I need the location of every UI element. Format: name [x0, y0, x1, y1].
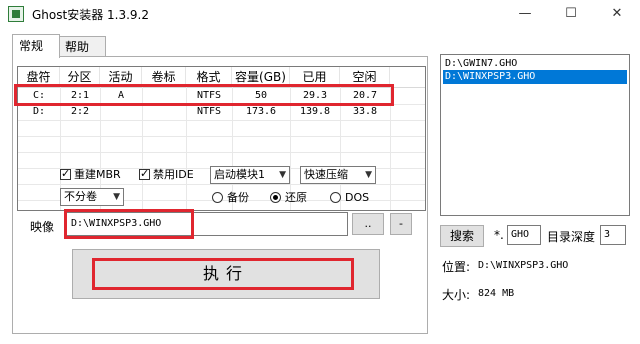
- tab-general[interactable]: 常规: [12, 34, 60, 58]
- extension-input[interactable]: GHO: [507, 225, 541, 245]
- compression-value: 快速压缩: [304, 168, 348, 181]
- compression-select[interactable]: 快速压缩 ▼: [300, 166, 376, 184]
- list-item-selected[interactable]: D:\WINXPSP3.GHO: [443, 70, 627, 84]
- depth-label: 目录深度: [547, 230, 596, 244]
- cell-format: NTFS: [196, 106, 222, 117]
- restore-label: 还原: [285, 191, 307, 204]
- cell-free: 33.8: [352, 106, 378, 117]
- checkbox-checked-icon: [139, 167, 150, 180]
- browse-button[interactable]: ..: [352, 213, 384, 235]
- split-value: 不分卷: [64, 190, 97, 203]
- dos-radio[interactable]: DOS: [330, 190, 380, 206]
- gho-file-list[interactable]: D:\GWIN7.GHO D:\WINXPSP3.GHO: [440, 54, 630, 216]
- rebuild-mbr-checkbox[interactable]: 重建MBR: [60, 167, 140, 183]
- location-label: 位置:: [442, 260, 471, 274]
- ext-prefix: *.: [494, 228, 504, 242]
- depth-input[interactable]: 3: [600, 225, 626, 245]
- tab-help[interactable]: 帮助: [58, 36, 106, 57]
- backup-label: 备份: [227, 191, 249, 204]
- disable-ide-label: 禁用IDE: [153, 168, 194, 181]
- cell-active: [100, 104, 142, 120]
- restore-radio[interactable]: 还原: [270, 190, 320, 206]
- chevron-down-icon: ▼: [279, 170, 286, 180]
- size-value: 824 MB: [478, 288, 515, 299]
- ghost-app-icon: [8, 6, 24, 22]
- rebuild-mbr-label: 重建MBR: [74, 168, 121, 181]
- location-value: D:\WINXPSP3.GHO: [478, 260, 569, 271]
- chevron-down-icon: ▼: [365, 170, 372, 180]
- cell-drive: D:: [32, 106, 46, 117]
- close-button[interactable]: ✕: [594, 0, 640, 28]
- highlight-image-path: [64, 209, 194, 239]
- radio-unselected-icon: [212, 192, 223, 203]
- highlight-c-row: [14, 84, 394, 106]
- minimize-button[interactable]: —: [502, 0, 548, 28]
- title-bar: Ghost安装器 1.3.9.2 — ☐ ✕: [0, 0, 640, 28]
- backup-radio[interactable]: 备份: [212, 190, 262, 206]
- cell-partition: 2:2: [70, 106, 90, 117]
- split-select[interactable]: 不分卷 ▼: [60, 188, 124, 206]
- execute-label: 执 行: [92, 258, 354, 290]
- radio-selected-icon: [270, 192, 281, 203]
- remove-button[interactable]: -: [390, 213, 412, 235]
- radio-unselected-icon: [330, 192, 341, 203]
- image-label: 映像: [30, 220, 55, 234]
- window-title: Ghost安装器 1.3.9.2: [32, 8, 150, 22]
- cell-label: [142, 104, 186, 120]
- search-button[interactable]: 搜索: [440, 225, 484, 247]
- disable-ide-checkbox[interactable]: 禁用IDE: [139, 167, 219, 183]
- cell-capacity: 173.6: [245, 106, 277, 117]
- dos-label: DOS: [345, 191, 370, 204]
- list-item[interactable]: D:\GWIN7.GHO: [443, 57, 627, 71]
- table-row[interactable]: D: 2:2 NTFS 173.6 139.8 33.8: [18, 104, 425, 120]
- maximize-button[interactable]: ☐: [548, 0, 594, 28]
- size-label: 大小:: [442, 288, 471, 302]
- chevron-down-icon: ▼: [113, 192, 120, 202]
- boot-module-value: 启动模块1: [214, 168, 265, 181]
- checkbox-checked-icon: [60, 167, 71, 180]
- cell-used: 139.8: [299, 106, 331, 117]
- boot-module-select[interactable]: 启动模块1 ▼: [210, 166, 290, 184]
